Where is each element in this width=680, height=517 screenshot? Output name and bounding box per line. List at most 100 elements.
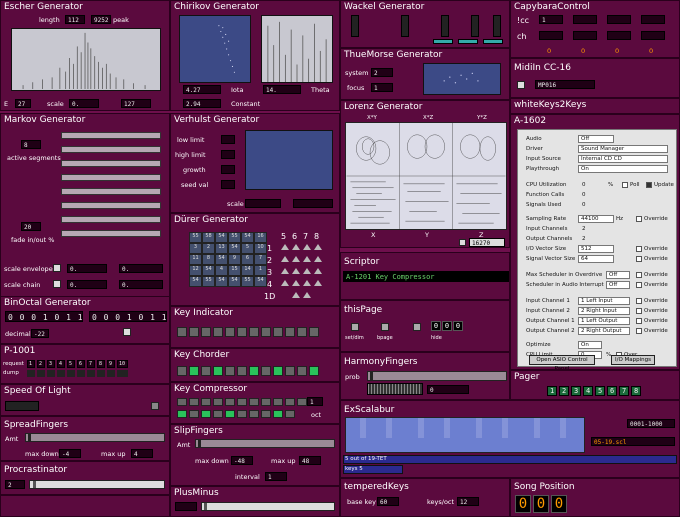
compressor-key-6[interactable]: [237, 398, 247, 406]
slip-max-down-field[interactable]: -48: [231, 456, 253, 465]
plusminus-field[interactable]: [175, 502, 197, 511]
grid-cell[interactable]: 55: [241, 276, 254, 287]
markov-bar-2[interactable]: [61, 146, 161, 153]
pager-button[interactable]: 6: [607, 386, 617, 396]
scale-chain-max[interactable]: 0.: [119, 280, 163, 289]
scale-chain-checkbox[interactable]: [53, 280, 61, 288]
peak-field[interactable]: 9252: [91, 15, 111, 24]
compressor-key-9[interactable]: [273, 398, 283, 406]
io-mappings-button[interactable]: I/O Mappings: [611, 355, 655, 365]
p1001-num[interactable]: 5: [67, 360, 75, 368]
grid-cell[interactable]: 1: [254, 265, 267, 276]
dump-cell[interactable]: [87, 370, 95, 377]
dump-cell[interactable]: [67, 370, 75, 377]
markov-bar-3[interactable]: [61, 160, 161, 167]
wackel-slider-5[interactable]: [493, 15, 501, 37]
compressor-out-4[interactable]: [213, 410, 223, 418]
grid-cell[interactable]: 54: [215, 254, 228, 265]
high-limit-field[interactable]: [221, 150, 235, 159]
pager-button[interactable]: 4: [583, 386, 593, 396]
slip-max-up-field[interactable]: 48: [299, 456, 321, 465]
compressor-out-7[interactable]: [249, 410, 259, 418]
compressor-key-5[interactable]: [225, 398, 235, 406]
dump-cell[interactable]: [27, 370, 35, 377]
magic-square-grid[interactable]: 55 58 54 55 54 16 3 2 13 54 5 10 11 8 54…: [189, 232, 267, 298]
io-override-checkbox[interactable]: [636, 246, 642, 252]
wackel-slider-3[interactable]: [441, 15, 449, 37]
sv-override-checkbox[interactable]: [636, 256, 642, 262]
theta-field[interactable]: 14.: [263, 85, 301, 94]
grid-cell[interactable]: 15: [228, 265, 241, 276]
sampling-rate-select[interactable]: 44100: [578, 215, 614, 223]
compressor-out-3[interactable]: [201, 410, 211, 418]
chorder-key-9[interactable]: [273, 366, 283, 376]
markov-bar-1[interactable]: [61, 132, 161, 139]
sr-override-checkbox[interactable]: [636, 216, 642, 222]
midiin-checkbox[interactable]: [517, 81, 525, 89]
dump-cell[interactable]: [47, 370, 55, 377]
chorder-key-6[interactable]: [237, 366, 247, 376]
compressor-out-2[interactable]: [189, 410, 199, 418]
compressor-key-7[interactable]: [249, 398, 259, 406]
pager-buttons[interactable]: 1 2 3 4 5 6 7 8: [547, 386, 641, 396]
pager-button[interactable]: 1: [547, 386, 557, 396]
markov-bar-6[interactable]: [61, 202, 161, 209]
p1001-num[interactable]: 8: [97, 360, 105, 368]
compressor-out-9[interactable]: [273, 410, 283, 418]
chorder-key-1[interactable]: [177, 366, 187, 376]
pager-button[interactable]: 8: [631, 386, 641, 396]
spread-max-up-field[interactable]: 4: [131, 449, 153, 458]
grid-cell[interactable]: 9: [228, 254, 241, 265]
grid-cell[interactable]: 5: [241, 243, 254, 254]
markov-bar-4[interactable]: [61, 174, 161, 181]
lorenz-tab-xz[interactable]: X*Z: [423, 115, 433, 121]
plusminus-slider[interactable]: [201, 502, 335, 511]
lorenz-tab-xy[interactable]: X*Y: [367, 115, 377, 121]
lorenz-tab-yz[interactable]: Y*Z: [477, 115, 487, 121]
dump-cell[interactable]: [97, 370, 105, 377]
io-vector-select[interactable]: 512: [578, 245, 614, 253]
ch-field-3[interactable]: [607, 31, 631, 40]
output-channel-2-select[interactable]: 2 Right Output: [578, 327, 630, 335]
signal-vector-select[interactable]: 64: [578, 255, 614, 263]
iota-field[interactable]: 4.27: [183, 85, 221, 94]
dump-cell[interactable]: [57, 370, 65, 377]
binoctal-checkbox[interactable]: [123, 328, 131, 336]
lorenz-value-field[interactable]: 16270: [469, 238, 505, 247]
e-field[interactable]: 27: [15, 99, 31, 108]
grid-cell[interactable]: 58: [202, 232, 215, 243]
output-channel-1-select[interactable]: 1 Left Output: [578, 317, 630, 325]
pager-button[interactable]: 7: [619, 386, 629, 396]
grid-cell[interactable]: 55: [202, 276, 215, 287]
escher-histogram[interactable]: [11, 28, 161, 91]
grid-cell[interactable]: 8: [202, 254, 215, 265]
compressor-key-8[interactable]: [261, 398, 271, 406]
thuemorse-plot[interactable]: [423, 63, 501, 95]
chorder-key-7[interactable]: [249, 366, 259, 376]
compressor-out-1[interactable]: [177, 410, 187, 418]
driver-select[interactable]: Sound Manager: [578, 145, 668, 153]
grid-cell[interactable]: 4: [215, 265, 228, 276]
p1001-number-row[interactable]: 1 2 3 4 5 6 7 8 9 10: [27, 360, 128, 368]
grid-cell[interactable]: 7: [254, 254, 267, 265]
compressor-key-11[interactable]: [297, 398, 307, 406]
input-channel-2-select[interactable]: 2 Right Input: [578, 307, 630, 315]
cc-field-1[interactable]: 1: [539, 15, 563, 24]
scheduler-interrupt-select[interactable]: Off: [606, 281, 630, 289]
cc-field-4[interactable]: [641, 15, 665, 24]
fade-field[interactable]: 20: [21, 222, 41, 231]
black-key[interactable]: [444, 418, 450, 438]
chorder-key-2[interactable]: [189, 366, 199, 376]
compressor-out-5[interactable]: [225, 410, 235, 418]
black-key[interactable]: [360, 418, 366, 438]
wackel-slider-2[interactable]: [401, 15, 409, 37]
black-key[interactable]: [502, 418, 508, 438]
wackel-slider-1[interactable]: [351, 15, 359, 37]
procrastinator-slider[interactable]: [29, 480, 165, 489]
wackel-toggle-3[interactable]: [483, 39, 503, 44]
grid-cell[interactable]: 13: [215, 243, 228, 254]
p1001-num[interactable]: 2: [37, 360, 45, 368]
open-asio-control-panel-button[interactable]: Open ASIO Control Panel: [529, 355, 595, 369]
chirikov-theta-plot[interactable]: [261, 15, 333, 83]
scale-file-field[interactable]: 05-19.scl: [591, 437, 675, 446]
